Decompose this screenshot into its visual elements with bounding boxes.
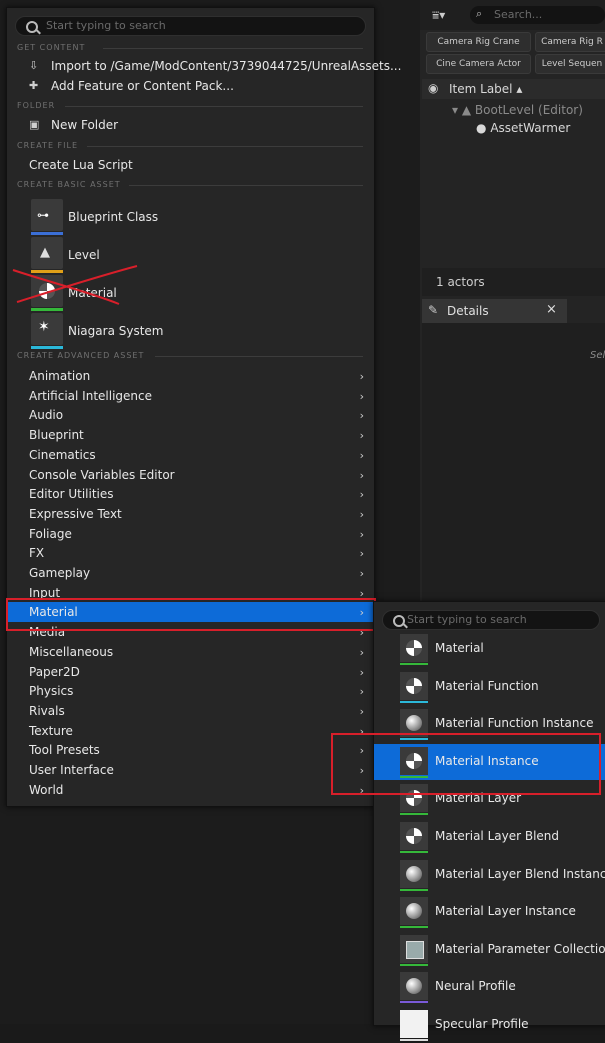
- submenu-item-specular-profile[interactable]: Specular Profile: [374, 1007, 605, 1043]
- import-icon: ⇩: [29, 59, 39, 72]
- niagara-system-menu-item[interactable]: ✶ Niagara System: [7, 310, 374, 350]
- category-tool-presets[interactable]: Tool Presets ›: [7, 740, 374, 760]
- new-folder-icon: ▣: [29, 118, 40, 131]
- level-icon: ▲: [461, 103, 472, 117]
- tab-details[interactable]: ✎ Details ×: [422, 299, 567, 323]
- material-category-annotation: [6, 598, 376, 631]
- category-miscellaneous[interactable]: Miscellaneous ›: [7, 642, 374, 662]
- strike-annotation: [12, 265, 138, 305]
- category-foliage[interactable]: Foliage ›: [7, 524, 374, 544]
- search-icon: [26, 21, 38, 33]
- camera-rig-crane-button[interactable]: Camera Rig Crane: [426, 32, 531, 52]
- camera-rig-rail-button[interactable]: Camera Rig R: [535, 32, 605, 52]
- chevron-right-icon: ›: [359, 685, 364, 699]
- chevron-right-icon: ›: [359, 389, 364, 403]
- chevron-right-icon: ›: [359, 527, 364, 541]
- submenu-search-input[interactable]: Start typing to search: [382, 610, 600, 630]
- category-paper2d[interactable]: Paper2D ›: [7, 662, 374, 682]
- submenu-item-material-function[interactable]: Material Function: [374, 669, 605, 705]
- item-label-column[interactable]: Item Label ▴: [449, 82, 522, 96]
- actor-count-bar: 1 actors: [422, 268, 605, 296]
- neural-profile-icon: [400, 972, 428, 1004]
- category-user-interface[interactable]: User Interface ›: [7, 760, 374, 780]
- chevron-right-icon: ›: [359, 567, 364, 580]
- import-menu-item[interactable]: ⇩ Import to /Game/ModContent/3739044725/…: [7, 56, 401, 76]
- blueprint-class-icon: ⊶: [31, 199, 63, 235]
- tree-row-assetwarmer[interactable]: ● AssetWarmer: [476, 121, 570, 135]
- content-browser-add-menu: Start typing to search GET CONTENT ⇩ Imp…: [6, 7, 401, 807]
- filter-icon[interactable]: ⩸▾: [432, 8, 445, 23]
- cine-camera-actor-button[interactable]: Cine Camera Actor: [426, 54, 531, 74]
- submenu-item-material-layer-blend-instance[interactable]: Material Layer Blend Instance: [374, 857, 605, 893]
- search-icon: ⌕: [476, 7, 483, 20]
- material-instance-annotation: [331, 733, 601, 795]
- material-layer-blend-icon: [400, 822, 428, 853]
- blueprint-class-menu-item[interactable]: ⊶ Blueprint Class: [7, 196, 374, 236]
- tree-row-bootlevel[interactable]: ▾ ▲ BootLevel (Editor): [452, 103, 583, 117]
- chevron-right-icon: ›: [359, 665, 364, 679]
- actor-count: 1 actors: [436, 275, 485, 289]
- material-submenu: Start typing to search Material Material …: [373, 601, 605, 1041]
- submenu-item-material-parameter-collection[interactable]: Material Parameter Collection: [374, 932, 605, 968]
- outliner-toolbar: ⩸▾ ⌕ Search...: [420, 0, 605, 30]
- chevron-right-icon: ›: [359, 448, 364, 462]
- category-audio[interactable]: Audio ›: [7, 405, 374, 425]
- niagara-icon: ✶: [31, 313, 63, 349]
- category-fx[interactable]: FX ›: [7, 543, 374, 563]
- submenu-item-material[interactable]: Material: [374, 631, 605, 667]
- section-header-get-content: GET CONTENT: [17, 43, 363, 52]
- new-folder-menu-item[interactable]: ▣ New Folder: [7, 115, 374, 135]
- submenu-item-material-layer-instance[interactable]: Material Layer Instance: [374, 894, 605, 930]
- category-world[interactable]: World ›: [7, 780, 374, 800]
- submenu-item-material-layer-blend[interactable]: Material Layer Blend: [374, 819, 605, 855]
- close-icon[interactable]: ×: [546, 302, 557, 317]
- section-header-create-basic-asset: CREATE BASIC ASSET: [17, 180, 363, 189]
- chevron-right-icon: ›: [359, 409, 364, 423]
- chevron-right-icon: ›: [359, 547, 364, 561]
- menu-search-input[interactable]: Start typing to search: [15, 16, 366, 36]
- specular-profile-icon: [400, 1010, 428, 1041]
- category-animation[interactable]: Animation ›: [7, 366, 374, 386]
- material-function-icon: [400, 671, 428, 703]
- chevron-right-icon: ›: [359, 429, 364, 443]
- category-editor-utilities[interactable]: Editor Utilities ›: [7, 484, 374, 504]
- submenu-item-neural-profile[interactable]: Neural Profile: [374, 969, 605, 1005]
- category-cinematics[interactable]: Cinematics ›: [7, 445, 374, 465]
- material-layer-blend-instance-icon: [400, 859, 428, 891]
- add-feature-menu-item[interactable]: ✚ Add Feature or Content Pack...: [7, 76, 374, 96]
- expand-arrow-icon[interactable]: ▾: [452, 103, 458, 117]
- category-console-variables-editor[interactable]: Console Variables Editor ›: [7, 465, 374, 485]
- level-sequence-button[interactable]: Level Sequen: [535, 54, 605, 74]
- category-gameplay[interactable]: Gameplay ›: [7, 563, 374, 583]
- material-icon: [400, 634, 428, 665]
- add-feature-icon: ✚: [29, 79, 39, 92]
- outliner-column-header[interactable]: ◉ Item Label ▴: [422, 79, 605, 99]
- chevron-right-icon: ›: [359, 370, 364, 383]
- pencil-icon: ✎: [428, 303, 439, 317]
- category-artificial-intelligence[interactable]: Artificial Intelligence ›: [7, 386, 374, 406]
- category-expressive-text[interactable]: Expressive Text ›: [7, 504, 374, 524]
- chevron-right-icon: ›: [359, 704, 364, 718]
- outliner-search-input[interactable]: ⌕ Search...: [470, 6, 605, 24]
- material-layer-instance-icon: [400, 897, 428, 929]
- search-icon: [393, 615, 405, 627]
- chevron-right-icon: ›: [359, 645, 364, 659]
- chevron-right-icon: ›: [359, 507, 364, 521]
- section-header-create-file: CREATE FILE: [17, 141, 363, 150]
- section-header-folder: FOLDER: [17, 101, 363, 110]
- eye-icon[interactable]: ◉: [428, 81, 438, 95]
- actor-icon: ●: [476, 121, 487, 135]
- material-parameter-collection-icon: [400, 934, 428, 966]
- create-lua-script-menu-item[interactable]: Create Lua Script: [7, 155, 374, 175]
- category-texture[interactable]: Texture ›: [7, 721, 374, 741]
- chevron-right-icon: ›: [359, 488, 364, 502]
- chevron-right-icon: ›: [359, 468, 364, 482]
- section-header-create-advanced-asset: CREATE ADVANCED ASSET: [17, 351, 363, 360]
- category-physics[interactable]: Physics ›: [7, 681, 374, 701]
- category-rivals[interactable]: Rivals ›: [7, 701, 374, 721]
- category-blueprint[interactable]: Blueprint ›: [7, 425, 374, 445]
